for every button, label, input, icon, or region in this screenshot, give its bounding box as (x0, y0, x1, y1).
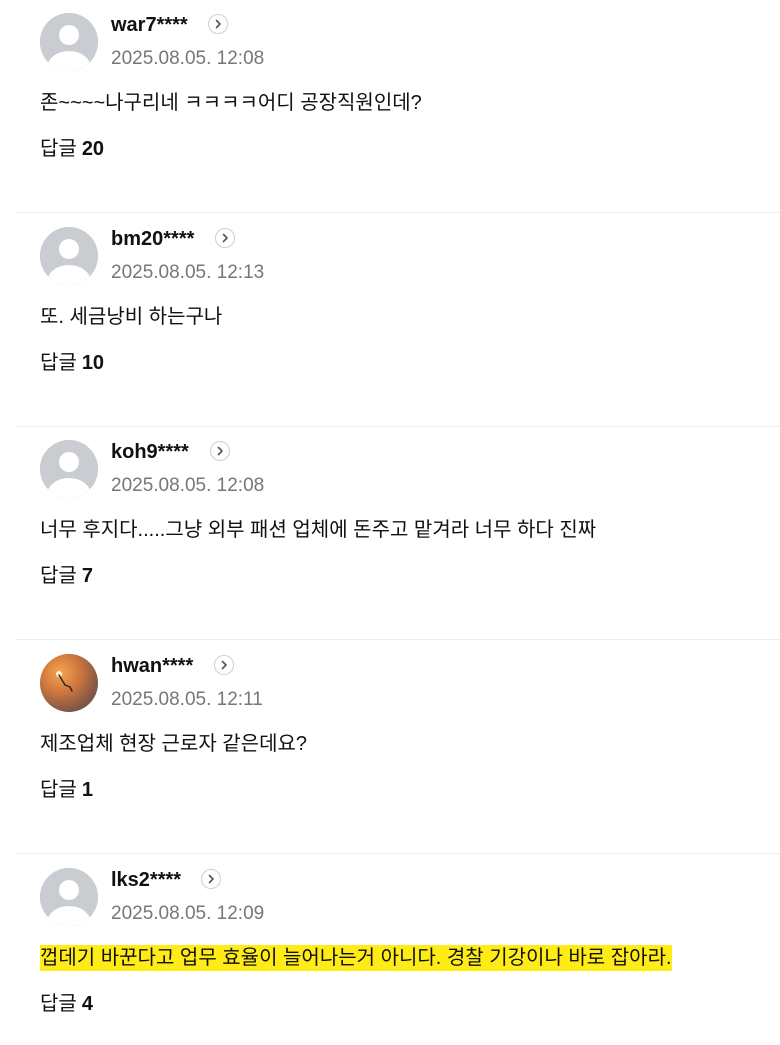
avatar[interactable] (40, 227, 98, 285)
default-profile-icon (40, 13, 98, 71)
reply-count: 1 (81, 779, 93, 801)
username[interactable]: koh9**** (111, 440, 189, 464)
reply-label: 답글 (40, 993, 77, 1015)
comment-timestamp: 2025.08.05. 12:13 (111, 262, 265, 283)
comment-timestamp: 2025.08.05. 12:09 (111, 903, 265, 924)
reply-count: 20 (81, 138, 105, 160)
comment-list: war7**** 2025.08.05. 12:08 존~~~~나구리네 ㅋㅋㅋ… (0, 0, 780, 1045)
reply-label: 답글 (40, 779, 77, 801)
profile-arrow-icon[interactable] (214, 655, 234, 675)
reply-label: 답글 (40, 565, 77, 587)
comment-timestamp: 2025.08.05. 12:08 (111, 475, 265, 496)
avatar[interactable] (40, 654, 98, 712)
profile-arrow-icon[interactable] (208, 14, 228, 34)
default-profile-icon (40, 227, 98, 285)
username[interactable]: lks2**** (111, 868, 181, 892)
sunset-photo (40, 654, 98, 712)
comment-text: 또. 세금낭비 하는구나 (40, 306, 223, 328)
username[interactable]: war7**** (111, 13, 188, 37)
comment-item: war7**** 2025.08.05. 12:08 존~~~~나구리네 ㅋㅋㅋ… (16, 0, 780, 213)
avatar[interactable] (40, 868, 98, 926)
reply-label: 답글 (40, 352, 77, 374)
avatar[interactable] (40, 440, 98, 498)
comment-text: 껍데기 바꾼다고 업무 효율이 늘어나는거 아니다. 경찰 기강이나 바로 잡아… (40, 945, 672, 971)
comment-item: koh9**** 2025.08.05. 12:08 너무 후지다.....그냥… (16, 427, 780, 640)
profile-arrow-icon[interactable] (215, 228, 235, 248)
comment-item: bm20**** 2025.08.05. 12:13 또. 세금낭비 하는구나 … (16, 214, 780, 427)
profile-arrow-icon[interactable] (210, 441, 230, 461)
reply-button[interactable]: 답글 20 (40, 137, 104, 161)
reply-button[interactable]: 답글 4 (40, 992, 93, 1016)
comment-text: 존~~~~나구리네 ㅋㅋㅋㅋ어디 공장직원인데? (40, 92, 422, 114)
comment-item: hwan**** 2025.08.05. 12:11 제조업체 현장 근로자 같… (16, 641, 780, 854)
comment-timestamp: 2025.08.05. 12:08 (111, 48, 265, 69)
comment-text: 너무 후지다.....그냥 외부 패션 업체에 돈주고 맡겨라 너무 하다 진짜 (40, 519, 597, 541)
username[interactable]: bm20**** (111, 227, 194, 251)
reply-count: 7 (81, 565, 93, 587)
avatar[interactable] (40, 13, 98, 71)
reply-button[interactable]: 답글 10 (40, 351, 104, 375)
reply-count: 4 (81, 993, 93, 1015)
comment-item: lks2**** 2025.08.05. 12:09 껍데기 바꾼다고 업무 효… (16, 855, 780, 1045)
reply-button[interactable]: 답글 1 (40, 778, 93, 802)
comment-timestamp: 2025.08.05. 12:11 (111, 689, 263, 710)
reply-label: 답글 (40, 138, 77, 160)
reply-count: 10 (81, 352, 105, 374)
profile-arrow-icon[interactable] (201, 869, 221, 889)
default-profile-icon (40, 440, 98, 498)
reply-button[interactable]: 답글 7 (40, 564, 93, 588)
default-profile-icon (40, 868, 98, 926)
comment-text: 제조업체 현장 근로자 같은데요? (40, 733, 307, 755)
username[interactable]: hwan**** (111, 654, 193, 678)
